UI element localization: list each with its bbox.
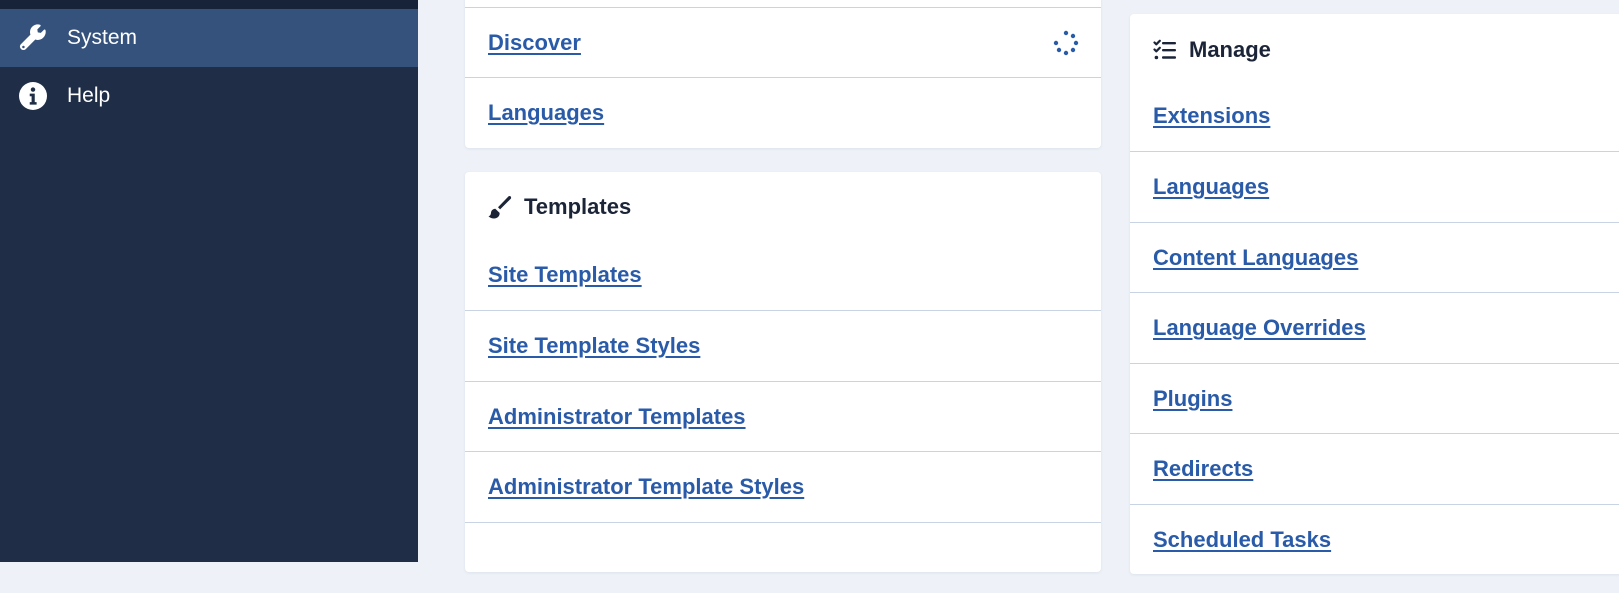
checklist-icon: [1153, 39, 1176, 60]
templates-card: Templates Site Templates Site Template S…: [465, 172, 1101, 572]
card-title: Manage: [1189, 37, 1271, 62]
extensions-link[interactable]: Extensions: [1153, 103, 1270, 129]
scheduled-tasks-link[interactable]: Scheduled Tasks: [1153, 527, 1331, 553]
list-item: Content Languages: [1130, 222, 1619, 293]
manage-card: Manage Extensions Languages Content Lang…: [1130, 14, 1619, 574]
list-item: Administrator Template Styles: [465, 451, 1101, 522]
administrator-template-styles-link[interactable]: Administrator Template Styles: [488, 474, 804, 500]
list-item: Discover: [465, 7, 1101, 78]
discover-link[interactable]: Discover: [488, 30, 581, 56]
list-item: Site Template Styles: [465, 310, 1101, 381]
plugins-link[interactable]: Plugins: [1153, 386, 1232, 412]
manage-card-header: Manage: [1153, 37, 1271, 63]
list-item: Administrator Templates: [465, 381, 1101, 452]
sidebar: System Help: [0, 0, 418, 562]
sidebar-item-help[interactable]: Help: [0, 67, 418, 125]
list-item: Languages: [1130, 151, 1619, 222]
list-item: Site Templates: [465, 240, 1101, 310]
site-template-styles-link[interactable]: Site Template Styles: [488, 333, 700, 359]
templates-card-header: Templates: [488, 194, 631, 220]
sidebar-item-label: System: [67, 26, 138, 49]
administrator-templates-link[interactable]: Administrator Templates: [488, 404, 746, 430]
paintbrush-icon: [488, 195, 512, 219]
card-title: Templates: [524, 194, 632, 219]
languages-link[interactable]: Languages: [1153, 174, 1269, 200]
install-card: Discover Languages: [465, 0, 1101, 148]
list-item: Scheduled Tasks: [1130, 504, 1619, 575]
list-item: Redirects: [1130, 433, 1619, 504]
content-languages-link[interactable]: Content Languages: [1153, 245, 1358, 271]
info-icon: [19, 82, 47, 110]
site-templates-link[interactable]: Site Templates: [488, 262, 642, 288]
list-item: Extensions: [1130, 81, 1619, 151]
sidebar-item-label: Help: [67, 84, 111, 107]
list-item: Plugins: [1130, 363, 1619, 434]
language-overrides-link[interactable]: Language Overrides: [1153, 315, 1366, 341]
list-item: [465, 522, 1101, 593]
sidebar-top-strip: [0, 0, 418, 9]
redirects-link[interactable]: Redirects: [1153, 456, 1253, 482]
sidebar-item-system[interactable]: System: [0, 9, 418, 67]
list-item: Languages: [465, 77, 1101, 148]
wrench-icon: [19, 24, 46, 51]
list-item: Language Overrides: [1130, 292, 1619, 363]
loading-spinner-icon: [1053, 30, 1079, 56]
languages-link[interactable]: Languages: [488, 100, 604, 126]
